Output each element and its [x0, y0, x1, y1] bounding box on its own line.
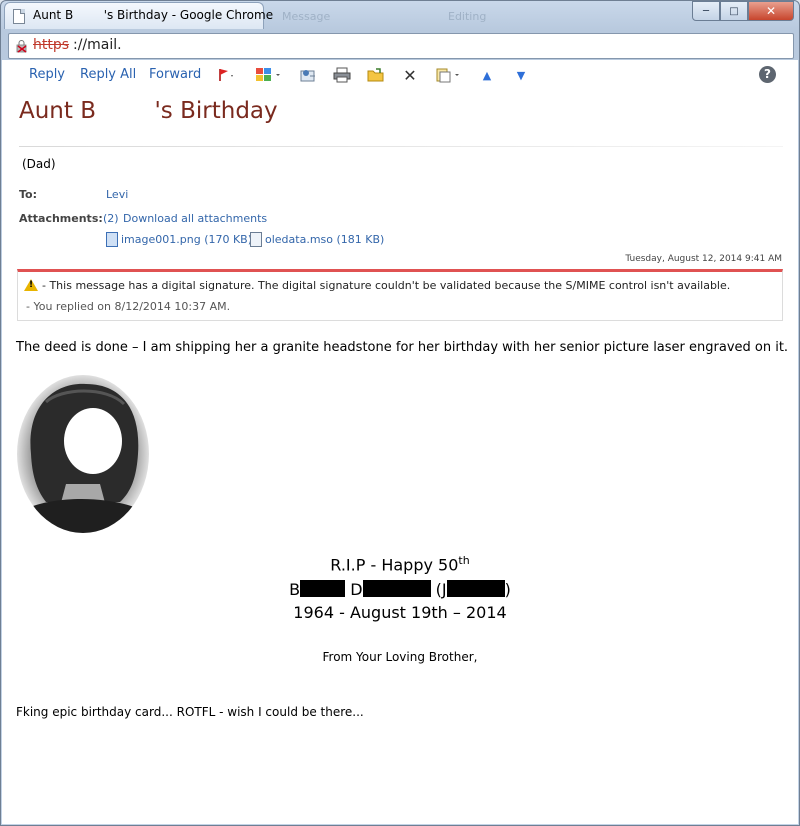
years-line: 1964 - August 19th – 2014: [293, 603, 507, 622]
mail-toolbar: Reply Reply All Forward ✕ ▲ ▼ ?: [2, 60, 798, 90]
next-message-icon[interactable]: ▼: [512, 67, 530, 83]
name-initial-d: D: [350, 580, 363, 599]
close-icon: ✕: [765, 4, 777, 18]
redaction-bar: [446, 580, 505, 597]
document-file-icon: [250, 232, 262, 247]
tab-title: Aunt B 's Birthday - Google Chrome: [33, 8, 274, 22]
sent-date: Tuesday, August 12, 2014 9:41 AM: [625, 254, 782, 264]
name-close: ): [504, 580, 511, 599]
flag-icon[interactable]: [217, 67, 235, 83]
print-icon[interactable]: [333, 67, 351, 83]
recipient-link[interactable]: Levi: [106, 188, 128, 201]
address-book-icon[interactable]: [299, 67, 317, 83]
sender-name: (Dad): [22, 157, 56, 171]
minimize-button[interactable]: ─: [692, 1, 720, 21]
attachment-oledata[interactable]: oledata.mso (181 KB): [265, 233, 384, 246]
bg-ribbon-tab-editing: Editing: [448, 10, 487, 23]
attachment-image001[interactable]: image001.png (170 KB);: [121, 233, 256, 246]
previous-message-icon[interactable]: ▲: [478, 67, 496, 83]
name-initial-b: B: [289, 580, 301, 599]
maximize-button[interactable]: □: [720, 1, 748, 21]
rip-line: R.I.P - Happy 50th: [2, 554, 798, 574]
document-icon: [13, 9, 25, 24]
url-text: ://mail.: [73, 37, 122, 53]
url-scheme: https: [33, 37, 70, 53]
rip-text: R.I.P - Happy 50: [330, 555, 459, 575]
message-footer-text: Fking epic birthday card... ROTFL - wish…: [16, 705, 364, 719]
help-icon[interactable]: ?: [759, 66, 776, 83]
reply-all-button[interactable]: Reply All: [80, 67, 136, 82]
window-controls: ─ □ ✕: [692, 1, 794, 21]
divider: [19, 146, 783, 147]
redaction-bar: [300, 580, 346, 597]
warning-icon: [24, 279, 38, 291]
face-redaction: [64, 408, 122, 474]
image-file-icon: [106, 232, 118, 247]
delete-icon[interactable]: ✕: [401, 66, 419, 85]
closing-line: From Your Loving Brother,: [322, 650, 478, 664]
name-line: B D (J): [2, 580, 798, 599]
address-bar[interactable]: https ://mail.: [8, 33, 794, 59]
title-bar: Aunt B 's Birthday - Google Chrome Messa…: [0, 0, 800, 30]
categorize-icon[interactable]: [255, 67, 283, 83]
bg-ribbon-tab-message: Message: [282, 10, 331, 23]
signature-warning: - This message has a digital signature. …: [42, 279, 731, 292]
message-body-text: The deed is done – I am shipping her a g…: [16, 340, 789, 355]
more-actions-icon[interactable]: [435, 67, 463, 83]
mail-content: Reply Reply All Forward ✕ ▲ ▼ ? Aunt B '…: [2, 60, 798, 824]
rip-superscript: th: [458, 554, 470, 567]
message-subject: Aunt B 's Birthday: [19, 98, 278, 124]
browser-tab[interactable]: Aunt B 's Birthday - Google Chrome: [4, 2, 273, 29]
info-bar: - This message has a digital signature. …: [17, 269, 783, 321]
name-initial-j: (J: [435, 580, 447, 599]
forward-button[interactable]: Forward: [149, 67, 201, 82]
reply-button[interactable]: Reply: [29, 67, 65, 82]
minimize-icon: ─: [702, 5, 710, 17]
maximize-icon: □: [729, 5, 739, 17]
to-label: To:: [19, 188, 37, 201]
replied-notice: - You replied on 8/12/2014 10:37 AM.: [26, 300, 231, 313]
move-to-folder-icon[interactable]: [367, 67, 385, 83]
redaction-bar: [362, 580, 431, 597]
senior-photo: [17, 375, 149, 533]
attachment-count: (2): [103, 212, 119, 225]
close-button[interactable]: ✕: [748, 1, 794, 21]
attachments-label: Attachments:: [19, 212, 103, 225]
download-all-link[interactable]: Download all attachments: [123, 212, 267, 225]
broken-lock-icon: [16, 40, 27, 53]
